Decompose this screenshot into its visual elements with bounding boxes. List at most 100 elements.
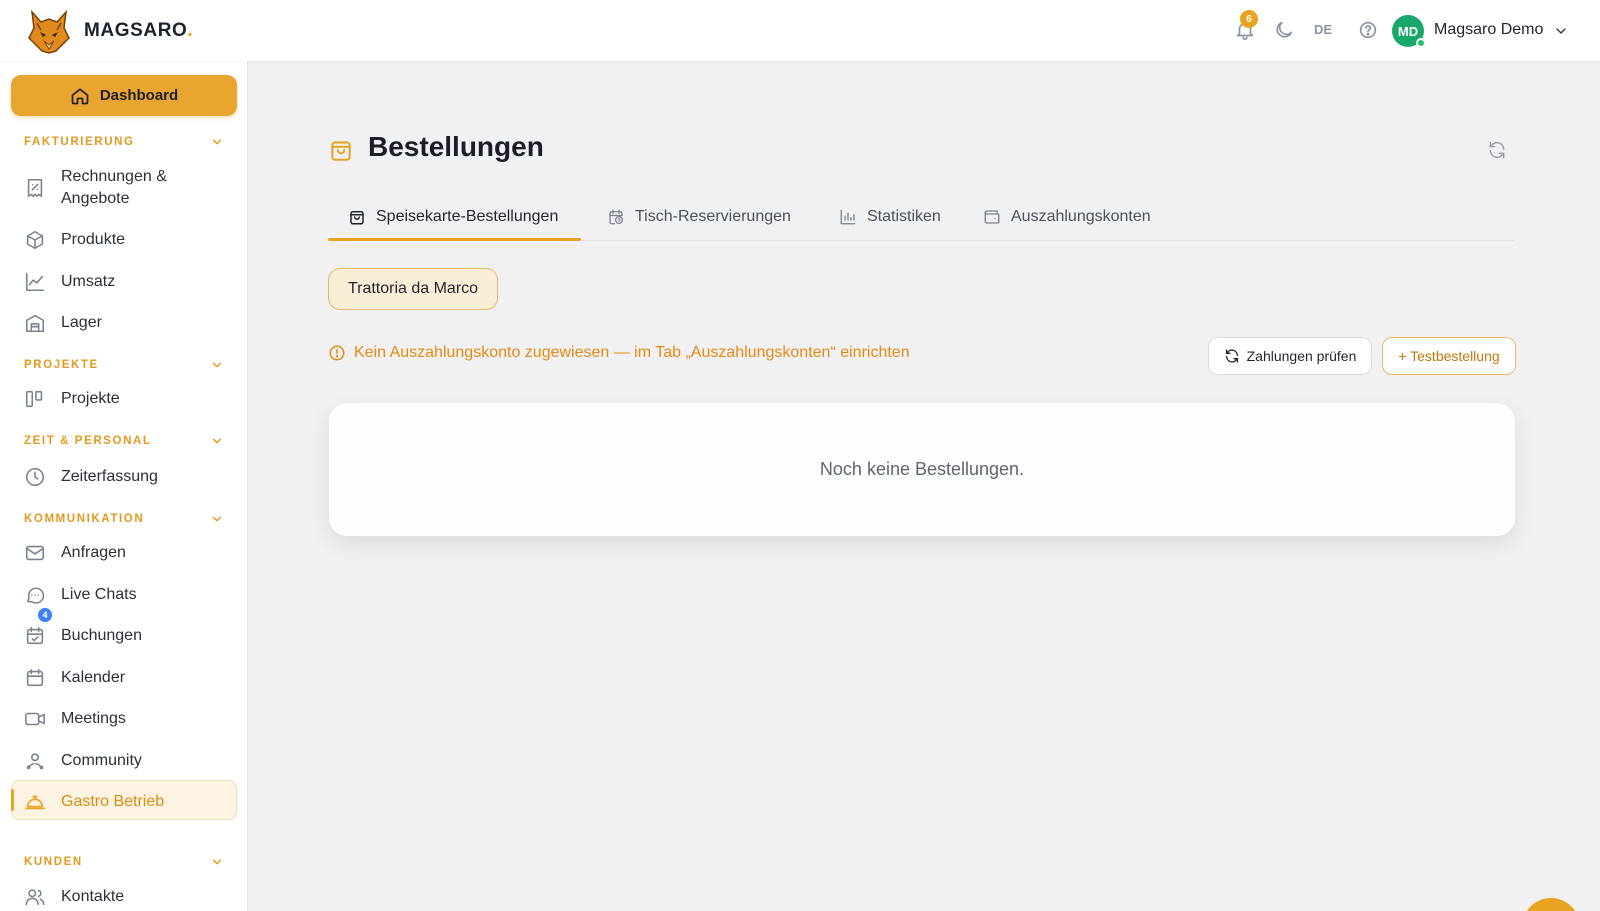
sidebar-item-label: Buchungen [61,627,142,644]
section-kommunikation[interactable]: KOMMUNIKATION [24,510,224,528]
sidebar-item-live-chats[interactable]: Live Chats [24,584,137,606]
sidebar-item-label: Kalender [61,669,126,686]
alert-circle-icon [329,345,345,361]
help-icon[interactable] [1357,19,1379,41]
sidebar-item-kalender[interactable]: Kalender [24,667,125,689]
section-label: PROJEKTE [24,359,99,371]
check-payments-button[interactable]: Zahlungen prüfen [1208,337,1372,375]
warning-text: Kein Auszahlungskonto zugewiesen — im Ta… [354,344,910,361]
section-label: KOMMUNIKATION [24,513,145,525]
sidebar-item-label: Lager [61,314,102,331]
sidebar-item-produkte[interactable]: Produkte [24,229,125,251]
section-label: FAKTURIERUNG [24,136,135,148]
active-indicator [11,789,14,811]
sidebar-item-label: Kontakte [61,888,125,905]
active-tab-indicator [328,238,581,241]
chevron-down-icon [212,139,222,145]
page-title: Bestellungen [368,131,544,162]
shopping-bag-icon [331,141,351,161]
section-label: ZEIT & PERSONAL [24,435,152,447]
tab-label: Auszahlungskonten [1011,208,1151,225]
brand[interactable]: MAGSARO. [26,8,193,54]
sidebar-item-dashboard[interactable]: Dashboard [11,75,237,116]
user-name[interactable]: Magsaro Demo [1434,21,1543,39]
line-chart-icon [25,272,45,292]
calendar-icon [26,668,44,687]
tab-label: Tisch-Reservierungen [635,208,791,225]
sidebar-item-meetings[interactable]: Meetings [24,708,126,730]
shopping-bag-icon [350,211,364,225]
sidebar-item-anfragen[interactable]: Anfragen [24,542,126,564]
language-switcher[interactable]: DE [1314,22,1332,37]
empty-state-text: Noch keine Bestellungen. [819,459,1025,479]
calendar-clock-icon [609,209,624,225]
sidebar-item-label: Dashboard [99,87,179,104]
service-bell-icon [25,795,45,810]
sidebar-item-label: Gastro Betrieb [61,793,165,810]
sidebar-item-label: Meetings [61,710,126,727]
tab-auszahlungskonten[interactable]: Auszahlungskonten [983,206,1151,228]
receipt-icon [27,178,43,198]
tab-statistiken[interactable]: Statistiken [839,206,941,228]
wallet-icon [984,210,1000,224]
test-order-button[interactable]: + Testbestellung [1382,337,1516,375]
users-icon [25,889,45,906]
floating-action-button[interactable] [1522,898,1580,911]
chevron-down-icon[interactable] [1553,23,1569,39]
sidebar-item-label: Community [61,752,142,769]
sidebar-item-label: Zeiterfassung [61,468,158,485]
sidebar-item-label: Umsatz [61,273,116,290]
warning-message: Kein Auszahlungskonto zugewiesen — im Ta… [328,344,910,362]
sidebar-item-rechnungen[interactable]: Rechnungen & Angebote [24,166,167,210]
sidebar-item-community[interactable]: Community [24,750,142,772]
top-bar: MAGSARO. 6 DE MD Magsaro Demo [0,0,1600,61]
sidebar-item-label: Anfragen [61,544,126,561]
sidebar-item-lager[interactable]: Lager [24,312,102,334]
chevron-down-icon [212,516,222,522]
restaurant-chip[interactable]: Trattoria da Marco [328,268,498,310]
clock-icon [25,467,45,487]
section-fakturierung[interactable]: FAKTURIERUNG [24,133,224,151]
button-label: Zahlungen prüfen [1246,348,1357,364]
label-line-1: Rechnungen & [61,168,167,185]
home-icon [71,88,89,104]
sidebar-item-label: Projekte [61,390,120,407]
brand-dot: . [187,20,193,41]
sidebar-item-label: Live Chats [61,586,137,603]
moon-icon[interactable] [1273,19,1295,41]
bar-chart-icon [840,209,856,225]
video-camera-icon [25,712,45,726]
notification-count-badge: 6 [1240,10,1258,28]
section-zeit-personal[interactable]: ZEIT & PERSONAL [24,432,224,450]
sidebar-item-projekte[interactable]: Projekte [24,388,120,410]
sidebar-item-buchungen[interactable]: Buchungen [24,625,142,647]
refresh-icon [1225,349,1238,363]
sidebar-item-label: Rechnungen & Angebote [61,166,167,210]
community-icon [26,753,44,770]
sidebar-item-kontakte[interactable]: Kontakte [24,886,124,908]
section-kunden[interactable]: KUNDEN [24,853,224,871]
label-line-2: Angebote [61,190,130,207]
chevron-down-icon [212,362,222,368]
section-projekte[interactable]: PROJEKTE [24,356,224,374]
section-label: KUNDEN [24,856,83,868]
box-icon [26,230,44,250]
tab-tisch-reservierungen[interactable]: Tisch-Reservierungen [607,206,791,228]
tab-label: Statistiken [867,208,941,225]
wolf-logo [28,9,70,54]
anfragen-count-badge: 4 [36,606,54,624]
kanban-icon [25,390,43,408]
calendar-check-icon [26,626,44,645]
sidebar-item-zeiterfassung[interactable]: Zeiterfassung [24,466,158,488]
mail-icon [25,545,45,561]
sidebar-item-gastro-betrieb[interactable]: Gastro Betrieb [24,791,164,813]
orders-empty-card: Noch keine Bestellungen. [329,403,1515,536]
online-status-dot [1416,38,1426,48]
chevron-down-icon [212,859,222,865]
warehouse-icon [25,314,45,333]
refresh-icon[interactable] [1487,140,1507,160]
chevron-down-icon [212,438,222,444]
tab-label: Speisekarte-Bestellungen [376,208,559,225]
tab-speisekarte-bestellungen[interactable]: Speisekarte-Bestellungen [348,206,558,228]
sidebar-item-umsatz[interactable]: Umsatz [24,271,115,293]
